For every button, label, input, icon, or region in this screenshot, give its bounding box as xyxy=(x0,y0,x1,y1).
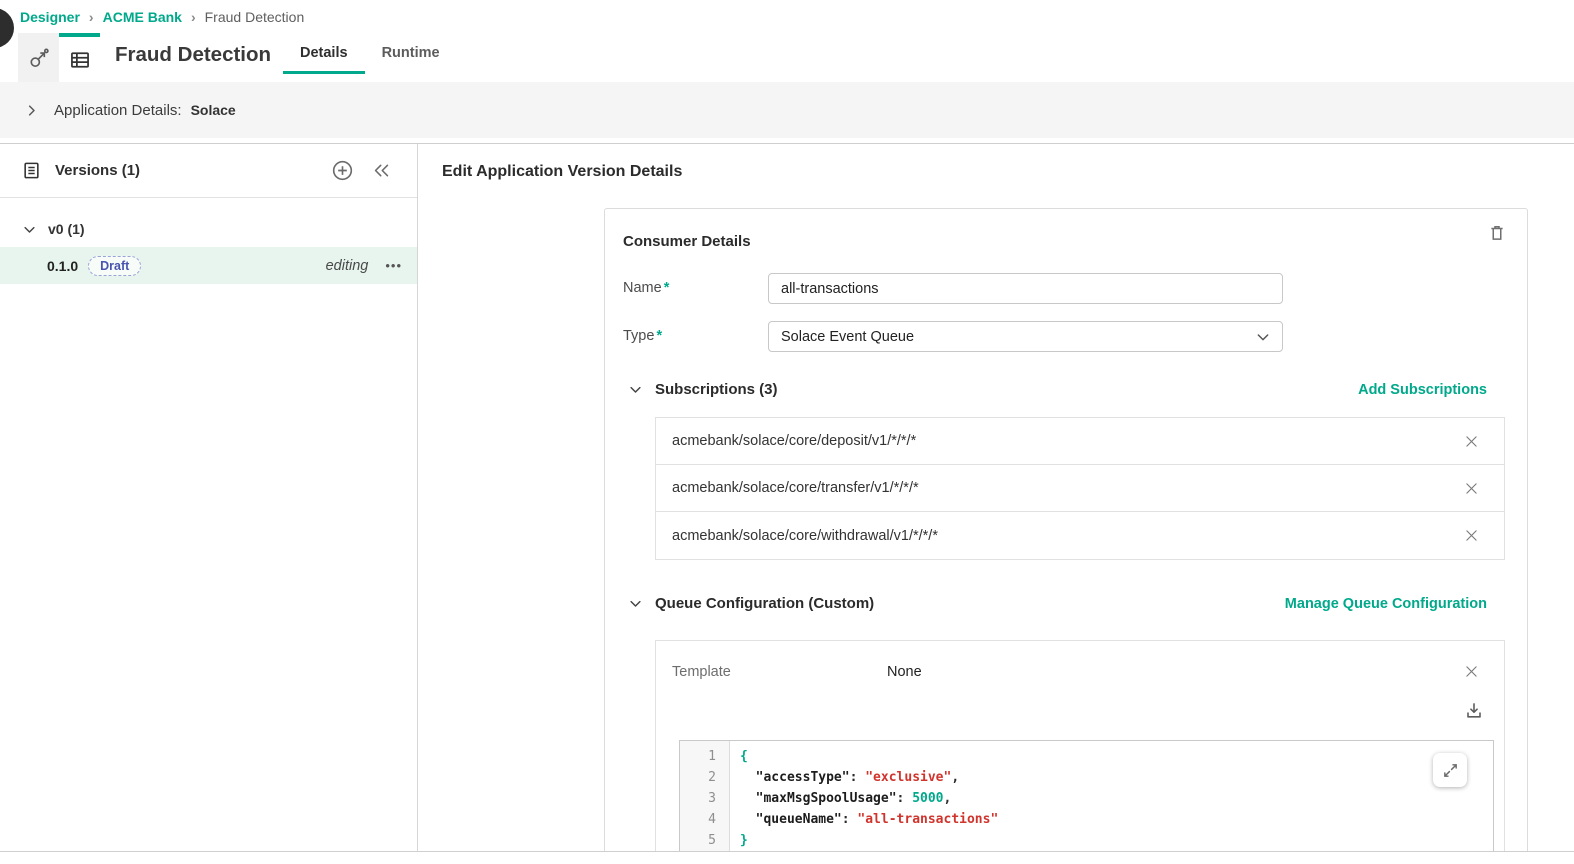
view-switcher xyxy=(18,33,100,82)
code-line: { xyxy=(740,746,1493,767)
graph-view-icon xyxy=(28,47,50,69)
subscription-list: acmebank/solace/core/deposit/v1/*/*/* acm… xyxy=(655,417,1505,560)
subscriptions-header: Subscriptions (3) Add Subscriptions xyxy=(628,381,1487,398)
breadcrumb-acme-bank[interactable]: ACME Bank xyxy=(103,9,182,25)
required-asterisk: * xyxy=(656,328,662,344)
line-number: 1 xyxy=(680,746,729,767)
code-line: } xyxy=(740,830,1493,851)
type-select[interactable]: Solace Event Queue xyxy=(768,321,1283,352)
subscription-row: acmebank/solace/core/withdrawal/v1/*/*/* xyxy=(656,512,1504,559)
version-number: 0.1.0 xyxy=(47,258,78,274)
chevron-right-icon[interactable] xyxy=(24,103,39,118)
version-menu-button[interactable]: ••• xyxy=(385,258,402,273)
versions-header: Versions (1) xyxy=(0,144,417,198)
subscriptions-title: Subscriptions (3) xyxy=(655,381,778,398)
main-panel: Edit Application Version Details Consume… xyxy=(418,144,1574,851)
breadcrumb-current: Fraud Detection xyxy=(205,9,305,25)
collapse-panel-button[interactable] xyxy=(371,161,392,180)
version-row-0-1-0[interactable]: 0.1.0 Draft editing ••• xyxy=(0,247,417,284)
subscription-row: acmebank/solace/core/deposit/v1/*/*/* xyxy=(656,418,1504,465)
queue-config-title: Queue Configuration (Custom) xyxy=(655,595,874,612)
breadcrumb-separator: › xyxy=(89,9,94,25)
breadcrumb: Designer › ACME Bank › Fraud Detection xyxy=(20,9,304,25)
add-subscriptions-link[interactable]: Add Subscriptions xyxy=(1358,382,1487,398)
tab-graph-view[interactable] xyxy=(18,33,59,82)
card-title: Consumer Details xyxy=(623,233,751,250)
download-config-button[interactable] xyxy=(1464,701,1484,721)
name-field-row: Name* xyxy=(623,273,1283,304)
subscription-topic: acmebank/solace/core/transfer/v1/*/*/* xyxy=(672,480,1463,496)
subscription-topic: acmebank/solace/core/withdrawal/v1/*/*/* xyxy=(672,528,1463,544)
chevron-down-icon[interactable] xyxy=(628,596,643,611)
remove-queue-config-button[interactable] xyxy=(1463,663,1480,680)
code-content[interactable]: { "accessType": "exclusive", "maxMsgSpoo… xyxy=(730,741,1493,852)
subscription-topic: acmebank/solace/core/deposit/v1/*/*/* xyxy=(672,433,1463,449)
code-line: "maxMsgSpoolUsage": 5000, xyxy=(740,788,1493,809)
version-group-v0[interactable]: v0 (1) xyxy=(0,211,417,247)
versions-title: Versions (1) xyxy=(55,162,140,179)
tab-table-view[interactable] xyxy=(59,33,100,82)
queue-config-code-editor[interactable]: 12345 { "accessType": "exclusive", "maxM… xyxy=(679,740,1494,852)
type-field-row: Type* Solace Event Queue xyxy=(623,321,1283,352)
line-number: 2 xyxy=(680,767,729,788)
code-line: "queueName": "all-transactions" xyxy=(740,809,1493,830)
line-number: 5 xyxy=(680,830,729,851)
queue-config-header: Queue Configuration (Custom) Manage Queu… xyxy=(628,595,1487,612)
draft-status-badge: Draft xyxy=(88,256,141,276)
queue-config-box: Template None xyxy=(655,640,1505,852)
code-line: "accessType": "exclusive", xyxy=(740,767,1493,788)
tab-runtime[interactable]: Runtime xyxy=(365,40,457,74)
application-details-bar[interactable]: Application Details: Solace xyxy=(0,82,1574,138)
required-asterisk: * xyxy=(664,280,670,296)
edit-version-heading: Edit Application Version Details xyxy=(442,163,682,181)
detail-tabs: Details Runtime xyxy=(283,40,457,74)
remove-subscription-button[interactable] xyxy=(1463,433,1480,450)
name-label: Name* xyxy=(623,273,768,304)
page: Designer › ACME Bank › Fraud Detection xyxy=(0,0,1574,864)
template-label: Template xyxy=(672,664,887,680)
manage-queue-configuration-link[interactable]: Manage Queue Configuration xyxy=(1285,596,1487,612)
top-bar: Designer › ACME Bank › Fraud Detection xyxy=(0,0,1574,82)
table-view-icon xyxy=(69,49,91,71)
remove-subscription-button[interactable] xyxy=(1463,480,1480,497)
delete-consumer-button[interactable] xyxy=(1488,223,1506,243)
page-title: Fraud Detection xyxy=(115,43,271,67)
editing-indicator: editing xyxy=(326,258,369,274)
line-number: 3 xyxy=(680,788,729,809)
edge-avatar-button[interactable] xyxy=(0,8,14,48)
add-version-button[interactable] xyxy=(331,159,354,182)
type-select-value: Solace Event Queue xyxy=(781,329,914,345)
code-line-numbers: 12345 xyxy=(680,741,730,852)
chevron-down-icon xyxy=(22,222,37,237)
subscription-row: acmebank/solace/core/transfer/v1/*/*/* xyxy=(656,465,1504,512)
content-area: Versions (1) xyxy=(0,143,1574,852)
template-value: None xyxy=(887,664,922,680)
chevron-down-icon[interactable] xyxy=(628,382,643,397)
expand-editor-button[interactable] xyxy=(1433,753,1467,787)
versions-panel: Versions (1) xyxy=(0,144,418,851)
type-label: Type* xyxy=(623,321,768,352)
versions-list-icon xyxy=(22,160,41,181)
version-group-label: v0 (1) xyxy=(48,221,85,237)
chevron-down-icon xyxy=(1255,329,1271,345)
template-row: Template None xyxy=(656,641,1504,680)
breadcrumb-designer[interactable]: Designer xyxy=(20,9,80,25)
consumer-details-card: Consumer Details Name* Type* Solace Even… xyxy=(604,208,1528,852)
tab-details[interactable]: Details xyxy=(283,40,365,74)
application-details-label: Application Details: xyxy=(54,102,182,119)
application-details-value: Solace xyxy=(191,102,236,118)
breadcrumb-separator: › xyxy=(191,9,196,25)
name-input[interactable] xyxy=(768,273,1283,304)
remove-subscription-button[interactable] xyxy=(1463,527,1480,544)
line-number: 4 xyxy=(680,809,729,830)
